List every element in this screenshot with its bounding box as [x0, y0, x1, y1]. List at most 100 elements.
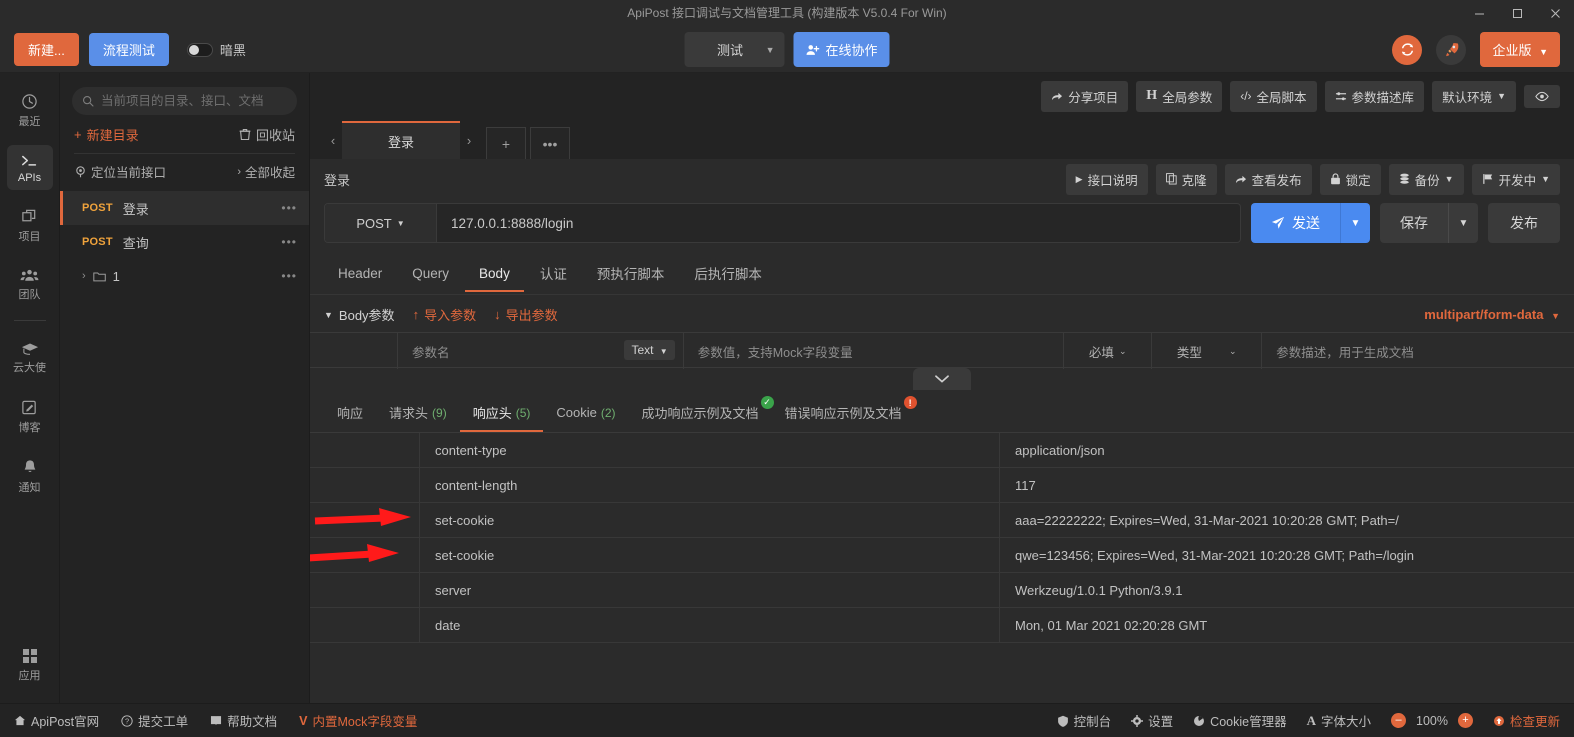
chevron-down-icon: ▼ — [1541, 174, 1550, 184]
http-method-select[interactable]: POST ▼ — [325, 204, 437, 242]
online-collab-button[interactable]: 在线协作 — [793, 32, 890, 67]
export-params-button[interactable]: ↓ 导出参数 — [494, 305, 558, 324]
restab-error-example[interactable]: 错误响应示例及文档 ! — [772, 394, 917, 432]
maximize-button[interactable] — [1498, 0, 1536, 27]
param-value-cell[interactable]: 参数值，支持Mock字段变量 — [684, 333, 1065, 369]
chevron-down-icon: ▼ — [1539, 47, 1548, 57]
rail-item-apis[interactable]: APIs — [6, 145, 53, 190]
param-kind-select[interactable]: 类型 ⌄ — [1152, 333, 1263, 369]
param-checkbox-cell[interactable] — [310, 333, 398, 369]
restab-success-example[interactable]: 成功响应示例及文档 ✓ — [629, 394, 774, 432]
environment-select[interactable]: 测试 ▼ — [684, 32, 785, 67]
params-icon — [1335, 91, 1347, 102]
font-size-control[interactable]: A 字体大小 — [1307, 711, 1371, 730]
cookie-manager-button[interactable]: Cookie管理器 — [1193, 711, 1287, 730]
restab-label: 响应 — [337, 406, 364, 421]
status-button[interactable]: 开发中 ▼ — [1471, 163, 1560, 195]
lock-button[interactable]: 锁定 — [1319, 163, 1381, 195]
restab-response[interactable]: 响应 — [324, 394, 376, 432]
rail-item-team[interactable]: 团队 — [7, 260, 53, 308]
api-description-button[interactable]: ▶ 接口说明 — [1065, 163, 1148, 195]
check-update-button[interactable]: 检查更新 — [1493, 711, 1560, 730]
locate-api-button[interactable]: 定位当前接口 — [74, 162, 166, 181]
restab-cookie[interactable]: Cookie (2) — [543, 396, 628, 430]
preview-eye-button[interactable] — [1524, 84, 1560, 108]
minimize-button[interactable] — [1460, 0, 1498, 27]
tab-options-button[interactable]: ••• — [530, 127, 570, 159]
rocket-icon[interactable] — [1436, 34, 1467, 65]
global-params-button[interactable]: H 全局参数 — [1136, 80, 1223, 112]
tab-auth[interactable]: 认证 — [526, 253, 581, 294]
param-desc-cell[interactable]: 参数描述，用于生成文档 — [1262, 333, 1574, 369]
send-options-button[interactable]: ▼ — [1340, 203, 1370, 243]
chevron-down-icon: ▼ — [765, 44, 775, 55]
tab-scroll-right[interactable]: › — [460, 121, 478, 159]
more-options-icon[interactable]: ••• — [281, 201, 297, 215]
tab-pre-script[interactable]: 预执行脚本 — [583, 253, 679, 294]
tab-post-script[interactable]: 后执行脚本 — [680, 253, 776, 294]
tab-login[interactable]: 登录 — [342, 121, 460, 159]
send-button[interactable]: 发送 — [1251, 203, 1340, 243]
param-required-select[interactable]: 必填 ⌄ — [1064, 333, 1153, 369]
params-library-button[interactable]: 参数描述库 — [1324, 80, 1425, 112]
restab-label: 响应头 — [472, 406, 512, 421]
project-toolbar: 分享项目 H 全局参数 ‹/› 全局脚本 参数描述库 默认环境 ▼ — [310, 73, 1574, 119]
rail-item-apps[interactable]: 应用 — [7, 640, 53, 689]
console-button[interactable]: 控制台 — [1057, 711, 1111, 730]
rail-item-blog[interactable]: 博客 — [7, 391, 53, 441]
clone-button[interactable]: 克隆 — [1155, 163, 1217, 195]
save-options-button[interactable]: ▼ — [1448, 203, 1478, 243]
global-script-button[interactable]: ‹/› 全局脚本 — [1230, 80, 1317, 112]
param-type-select[interactable]: Text ▼ — [624, 340, 675, 360]
rail-item-notification[interactable]: 通知 — [7, 451, 53, 501]
new-button[interactable]: 新建... — [14, 33, 79, 66]
chevron-right-icon[interactable]: › — [82, 270, 86, 282]
new-tab-button[interactable]: + — [486, 127, 526, 159]
zoom-out-button[interactable]: – — [1391, 713, 1406, 728]
backup-button[interactable]: 备份 ▼ — [1388, 163, 1464, 195]
import-params-button[interactable]: ↑ 导入参数 — [413, 305, 477, 324]
tab-header[interactable]: Header — [324, 256, 396, 292]
settings-button[interactable]: 设置 — [1131, 711, 1173, 730]
restab-response-headers[interactable]: 响应头 (5) — [459, 394, 544, 432]
rail-item-recent[interactable]: 最近 — [7, 85, 53, 135]
enterprise-button[interactable]: 企业版 ▼ — [1480, 32, 1560, 67]
more-options-icon[interactable]: ••• — [281, 235, 297, 249]
new-directory-button[interactable]: + 新建目录 — [74, 125, 139, 144]
url-input[interactable] — [437, 204, 1240, 242]
tree-item-folder-1[interactable]: › 1 ••• — [60, 259, 309, 293]
zoom-in-button[interactable]: + — [1457, 713, 1473, 728]
rail-item-project[interactable]: 项目 — [7, 200, 53, 250]
search-box[interactable] — [72, 87, 297, 115]
title-bar: ApiPost 接口调试与文档管理工具 (构建版本 V5.0.4 For Win… — [0, 0, 1574, 27]
search-input[interactable] — [101, 94, 287, 108]
close-button[interactable] — [1536, 0, 1574, 27]
official-site-link[interactable]: ApiPost官网 — [14, 711, 99, 730]
help-docs-link[interactable]: 帮助文档 — [210, 711, 277, 730]
more-options-icon[interactable]: ••• — [281, 269, 297, 283]
rail-item-ambassador[interactable]: 云大使 — [7, 333, 53, 381]
body-params-toggle[interactable]: ▼ Body参数 — [324, 305, 395, 324]
share-project-button[interactable]: 分享项目 — [1041, 80, 1129, 112]
recycle-bin-button[interactable]: 回收站 — [239, 125, 295, 144]
content-type-select[interactable]: multipart/form-data ▼ — [1424, 307, 1560, 322]
tree-item-query[interactable]: POST 查询 ••• — [60, 225, 309, 259]
tab-scroll-left[interactable]: ‹ — [324, 121, 342, 159]
sync-icon[interactable] — [1392, 34, 1423, 65]
response-collapse-button[interactable] — [913, 368, 971, 390]
submit-ticket-link[interactable]: ? 提交工单 — [121, 711, 188, 730]
pencil-square-icon — [21, 399, 38, 416]
environment-button[interactable]: 默认环境 ▼ — [1432, 80, 1516, 112]
flow-test-button[interactable]: 流程测试 — [88, 33, 169, 66]
mock-variables-link[interactable]: V 内置Mock字段变量 — [299, 711, 417, 730]
tree-item-login[interactable]: POST 登录 ••• — [60, 191, 309, 225]
restab-request-headers[interactable]: 请求头 (9) — [376, 394, 460, 432]
param-name-cell[interactable]: 参数名 Text ▼ — [398, 333, 684, 369]
view-publish-button[interactable]: 查看发布 — [1224, 163, 1312, 195]
publish-button[interactable]: 发布 — [1488, 203, 1560, 243]
save-button[interactable]: 保存 — [1380, 203, 1448, 243]
collapse-all-button[interactable]: › 全部收起 — [237, 162, 295, 181]
tab-body[interactable]: Body — [465, 256, 524, 292]
dark-mode-toggle[interactable]: 暗黑 — [186, 40, 246, 59]
tab-query[interactable]: Query — [398, 256, 463, 292]
